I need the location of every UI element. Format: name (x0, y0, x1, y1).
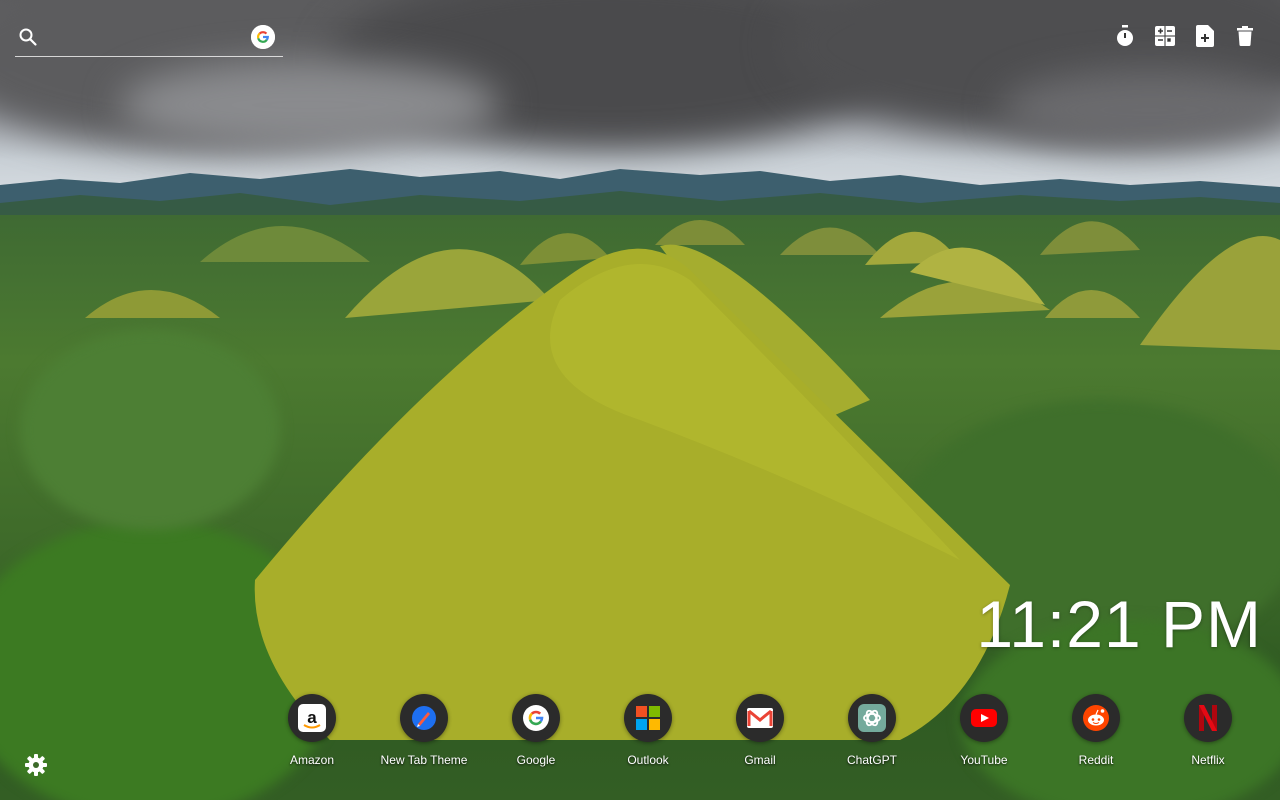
youtube-icon (960, 694, 1008, 742)
shortcut-label: Amazon (289, 753, 335, 767)
search-input[interactable] (47, 26, 251, 52)
add-note-icon[interactable] (1194, 25, 1216, 47)
shortcut-label: Outlook (627, 753, 669, 767)
shortcut-label: Reddit (1078, 753, 1114, 767)
new-tab-theme-icon (400, 694, 448, 742)
shortcut-label: YouTube (960, 753, 1008, 767)
google-icon (512, 694, 560, 742)
shortcut-label: Netflix (1191, 753, 1225, 767)
stopwatch-icon[interactable] (1114, 25, 1136, 47)
shortcut-netflix[interactable]: Netflix (1152, 694, 1264, 767)
shortcut-label: ChatGPT (846, 753, 897, 767)
shortcut-chatgpt[interactable]: ChatGPT (816, 694, 928, 767)
shortcut-outlook[interactable]: Outlook (592, 694, 704, 767)
shortcut-google[interactable]: Google (480, 694, 592, 767)
shortcut-label: Google (516, 753, 556, 767)
outlook-icon (624, 694, 672, 742)
chatgpt-icon (848, 694, 896, 742)
trash-icon[interactable] (1234, 25, 1256, 47)
shortcut-label: New Tab Theme (380, 753, 468, 767)
netflix-icon (1184, 694, 1232, 742)
shortcut-new-tab-theme[interactable]: New Tab Theme (368, 694, 480, 767)
amazon-icon: a (288, 694, 336, 742)
shortcut-reddit[interactable]: Reddit (1040, 694, 1152, 767)
clock: 11:21 PM (976, 587, 1262, 661)
reddit-icon (1072, 694, 1120, 742)
shortcut-amazon[interactable]: a Amazon (256, 694, 368, 767)
shortcut-youtube[interactable]: YouTube (928, 694, 1040, 767)
calculator-icon[interactable] (1154, 25, 1176, 47)
top-toolbar (1114, 25, 1256, 47)
shortcuts-dock: a Amazon New Tab Theme Google Outlook Gm… (256, 694, 1264, 767)
gear-icon[interactable] (24, 753, 48, 777)
hills (85, 220, 1280, 740)
shortcut-gmail[interactable]: Gmail (704, 694, 816, 767)
gmail-icon (736, 694, 784, 742)
svg-text:a: a (307, 708, 317, 727)
background-wallpaper (0, 0, 1280, 800)
shortcut-label: Gmail (744, 753, 776, 767)
search-icon[interactable] (18, 27, 38, 47)
search-bar[interactable] (15, 22, 283, 57)
google-g-icon[interactable] (251, 25, 275, 49)
